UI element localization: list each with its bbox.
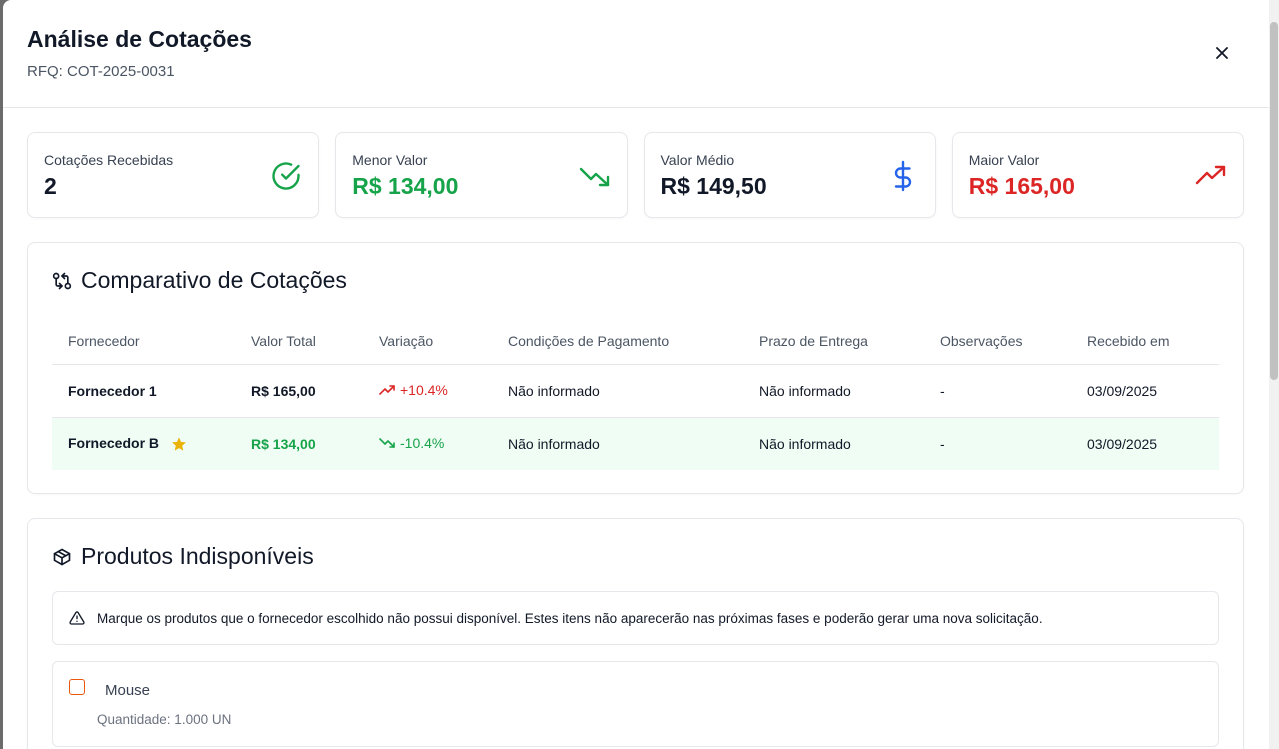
column-header: Valor Total — [235, 319, 363, 365]
variation-cell: -10.4% — [363, 417, 492, 470]
page-title: Análise de Cotações — [27, 26, 252, 52]
comparison-title-text: Comparativo de Cotações — [81, 267, 347, 293]
column-header: Fornecedor — [52, 319, 235, 365]
supplier-cell: Fornecedor 1 — [52, 364, 235, 418]
unavailable-title-text: Produtos Indisponíveis — [81, 543, 314, 569]
supplier-cell: Fornecedor B — [52, 417, 235, 470]
stat-value: 2 — [44, 173, 57, 199]
column-header: Recebido em — [1071, 319, 1219, 365]
stat-label: Cotações Recebidas — [44, 152, 174, 168]
trending-down-icon — [379, 438, 395, 449]
table-header-row: Fornecedor Valor Total Variação Condiçõe… — [52, 319, 1219, 365]
table-row[interactable]: Fornecedor B R$ 134,00 -10.4% Não inform… — [52, 417, 1219, 470]
stat-label: Menor Valor — [352, 152, 428, 168]
table-row[interactable]: Fornecedor 1 R$ 165,00 +10.4% Não inform… — [52, 364, 1219, 418]
stats-row: Cotações Recebidas 2 Menor Valor R$ 134,… — [27, 132, 1244, 218]
stat-value: R$ 134,00 — [352, 173, 459, 199]
rfq-code: RFQ: COT-2025-0031 — [27, 63, 175, 80]
stat-card-average-value: Valor Médio R$ 149,50 — [643, 132, 936, 218]
star-icon — [171, 436, 187, 452]
trending-up-icon — [1195, 160, 1227, 192]
dollar-icon — [887, 160, 919, 192]
close-icon — [1216, 47, 1228, 59]
close-button[interactable] — [1211, 42, 1233, 64]
package-icon — [52, 547, 72, 567]
stat-card-lowest-value: Menor Valor R$ 134,00 — [335, 132, 628, 218]
stat-card-quotes-received: Cotações Recebidas 2 — [27, 132, 320, 218]
stat-card-highest-value: Maior Valor R$ 165,00 — [951, 132, 1244, 218]
stat-value: R$ 149,50 — [660, 173, 767, 199]
total-cell: R$ 134,00 — [235, 417, 363, 470]
comparison-card: Comparativo de Cotações Fornecedor Valor… — [27, 242, 1244, 494]
check-circle-icon — [270, 160, 302, 192]
variation-cell: +10.4% — [363, 364, 492, 418]
payment-cell: Não informado — [492, 417, 743, 470]
payment-cell: Não informado — [492, 364, 743, 418]
received-cell: 03/09/2025 — [1071, 364, 1219, 418]
product-item: Mouse Quantidade: 1.000 UN — [52, 661, 1219, 747]
scrollbar[interactable] — [1269, 0, 1279, 749]
notes-cell: - — [924, 364, 1071, 418]
info-alert: Marque os produtos que o fornecedor esco… — [52, 591, 1219, 645]
notes-cell: - — [924, 417, 1071, 470]
unavailable-title: Produtos Indisponíveis — [52, 543, 314, 570]
scrollbar-thumb[interactable] — [1270, 22, 1278, 380]
comparison-table: Fornecedor Valor Total Variação Condiçõe… — [52, 319, 1219, 470]
modal-header: Análise de Cotações RFQ: COT-2025-0031 — [3, 0, 1269, 108]
git-compare-icon — [52, 271, 72, 291]
unavailable-products-card: Produtos Indisponíveis Marque os produto… — [27, 518, 1244, 749]
comparison-title: Comparativo de Cotações — [52, 267, 347, 294]
variation-value: -10.4% — [400, 435, 445, 452]
delivery-cell: Não informado — [743, 364, 924, 418]
supplier-name: Fornecedor B — [68, 435, 160, 452]
trending-down-icon — [579, 160, 611, 192]
column-header: Prazo de Entrega — [743, 319, 924, 365]
quote-analysis-modal: Análise de Cotações RFQ: COT-2025-0031 C… — [3, 0, 1269, 749]
trending-up-icon — [379, 385, 395, 395]
column-header: Condições de Pagamento — [492, 319, 743, 365]
product-name: Mouse — [105, 682, 151, 699]
stat-label: Maior Valor — [968, 152, 1040, 168]
alert-text: Marque os produtos que o fornecedor esco… — [97, 610, 1043, 626]
delivery-cell: Não informado — [743, 417, 924, 470]
column-header: Observações — [924, 319, 1071, 365]
product-quantity: Quantidade: 1.000 UN — [97, 712, 232, 727]
warning-icon — [69, 611, 85, 625]
received-cell: 03/09/2025 — [1071, 417, 1219, 470]
total-cell: R$ 165,00 — [235, 364, 363, 418]
column-header: Variação — [363, 319, 492, 365]
stat-value: R$ 165,00 — [968, 173, 1075, 199]
stat-label: Valor Médio — [660, 152, 735, 168]
product-checkbox[interactable] — [69, 679, 85, 695]
variation-value: +10.4% — [400, 382, 448, 398]
